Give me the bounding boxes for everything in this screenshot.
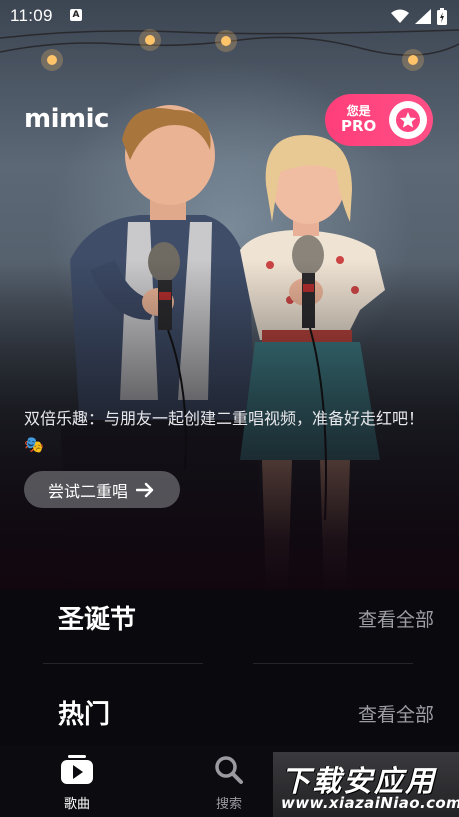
divider-left [43,663,203,664]
section-popular: 热门 查看全部 [0,695,459,735]
hero-description: 双倍乐趣：与朋友一起创建二重唱视频，准备好走红吧！🎭 [24,409,425,454]
arrow-right-icon [136,482,154,498]
play-icon [42,753,112,787]
pro-text: 您是 PRO [341,104,376,134]
status-bar: 11:09 A [0,0,459,32]
watermark-url: www.xiazaiNiao.com [281,794,459,812]
search-icon [194,753,264,787]
nav-search-label: 搜索 [215,797,242,812]
try-duet-button[interactable]: 尝试二重唱 [24,471,180,508]
app-logo: mimic [24,104,109,134]
nav-songs[interactable]: 歌曲 [42,753,112,813]
wifi-icon [391,9,409,23]
section-title: 圣诞节 [58,605,137,635]
watermark-overlay: 下载安应用 www.xiazaiNiao.com [273,752,459,817]
view-all-link[interactable]: 查看全部 [358,600,434,640]
nav-search[interactable]: 搜索 [194,753,264,813]
divider-right [253,663,413,664]
pro-badge-button[interactable]: 您是 PRO [325,94,433,146]
section-christmas: 圣诞节 查看全部 [0,600,459,640]
a-icon: A [70,9,82,21]
pro-label-line2: PRO [341,117,377,135]
status-icons [391,6,447,26]
signal-icon [415,8,431,24]
section-title: 热门 [58,700,111,730]
app-screen: 11:09 A mimic 您是 PRO 双倍乐趣：与朋友一起创建二重唱视频，准… [0,0,459,817]
view-all-link[interactable]: 查看全部 [358,695,434,735]
star-icon [389,101,427,139]
battery-icon [437,7,447,25]
try-duet-label: 尝试二重唱 [48,481,129,501]
nav-songs-label: 歌曲 [63,797,90,812]
status-time: 11:09 [10,6,53,25]
